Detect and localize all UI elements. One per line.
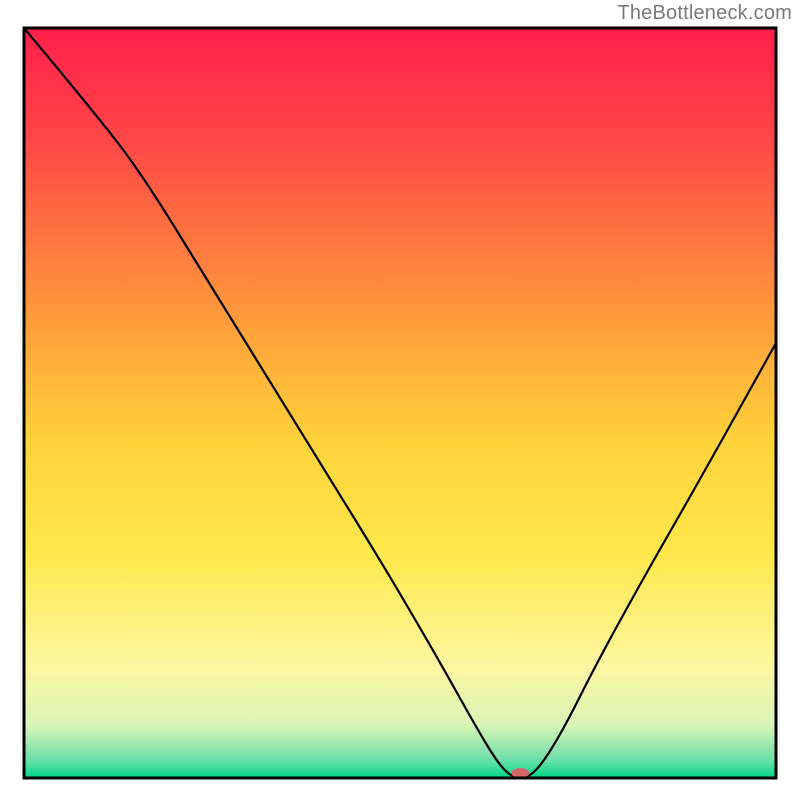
watermark-text: TheBottleneck.com <box>617 2 792 25</box>
chart-container: TheBottleneck.com <box>0 0 800 800</box>
bottleneck-chart <box>0 0 800 800</box>
gradient-background <box>24 28 776 778</box>
